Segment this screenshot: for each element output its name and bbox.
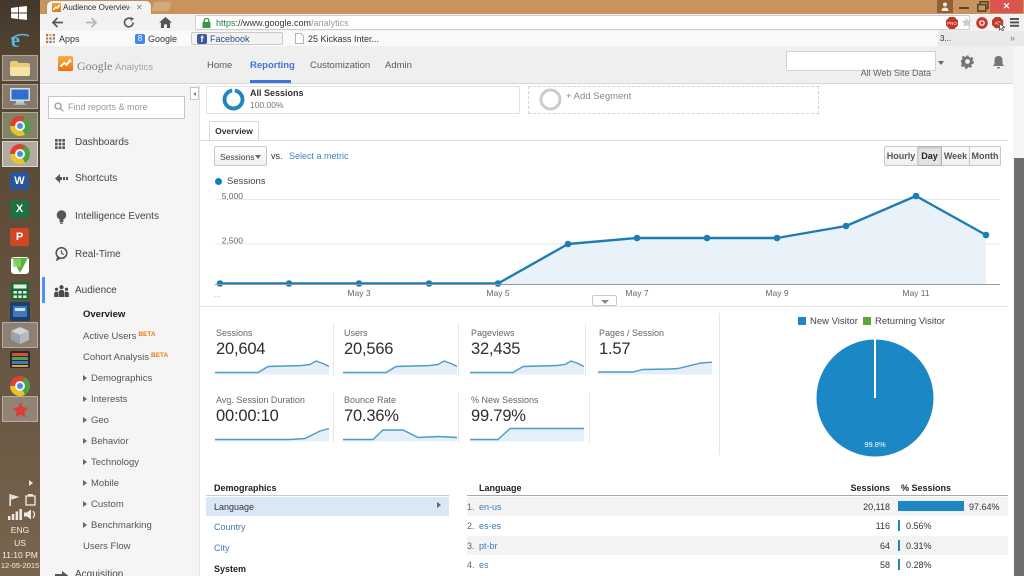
- svg-text:e: e: [11, 30, 20, 51]
- svg-text:...: ...: [214, 290, 221, 299]
- svg-text:May 7: May 7: [625, 288, 648, 298]
- svg-text:99.8%: 99.8%: [864, 440, 886, 449]
- svg-text:5,000: 5,000: [222, 191, 244, 201]
- svg-text:2,500: 2,500: [222, 236, 244, 246]
- svg-text:May 5: May 5: [486, 288, 509, 298]
- svg-text:PRO: PRO: [947, 21, 957, 26]
- svg-text:May 9: May 9: [765, 288, 788, 298]
- svg-text:May 3: May 3: [347, 288, 370, 298]
- svg-text:May 11: May 11: [902, 288, 930, 298]
